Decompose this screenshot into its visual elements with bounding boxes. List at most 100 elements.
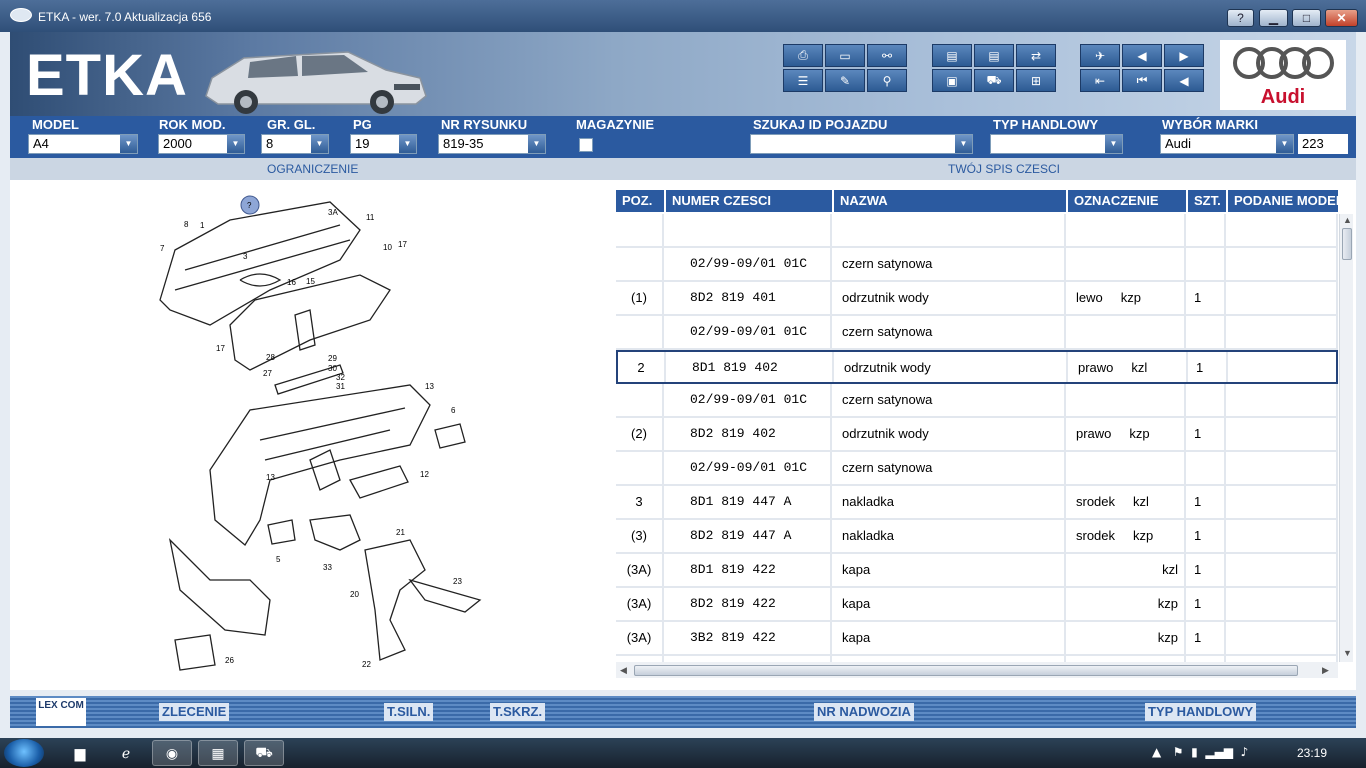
- callout[interactable]: 8: [184, 220, 189, 229]
- screen-button[interactable]: ▭: [825, 44, 865, 67]
- close-button[interactable]: ✕: [1325, 9, 1358, 27]
- firefox-taskbar-button[interactable]: ◉: [152, 740, 192, 766]
- maximize-button[interactable]: □: [1292, 9, 1321, 27]
- table-row[interactable]: 02/99-09/01 01Cczern satynowa: [616, 316, 1338, 350]
- first-button[interactable]: ⏮: [1122, 69, 1162, 92]
- chevron-down-icon[interactable]: ▼: [955, 135, 972, 153]
- scroll-down-icon[interactable]: ▼: [1343, 648, 1352, 658]
- callout[interactable]: 29: [328, 354, 337, 363]
- search-button[interactable]: ⚯: [867, 44, 907, 67]
- chevron-down-icon[interactable]: ▼: [1276, 135, 1293, 153]
- pin-button[interactable]: ✈: [1080, 44, 1120, 67]
- callout[interactable]: 27: [263, 369, 272, 378]
- callout[interactable]: 31: [336, 382, 345, 391]
- cart-transfer-button[interactable]: ⇄: [1016, 44, 1056, 67]
- szukaj-select[interactable]: ▼: [750, 134, 973, 154]
- pg-select[interactable]: 19 ▼: [350, 134, 417, 154]
- zlecenie-button[interactable]: ZLECENIE: [159, 703, 230, 721]
- scroll-up-icon[interactable]: ▲: [1343, 215, 1352, 225]
- app-taskbar-button[interactable]: ⛟: [244, 740, 284, 766]
- chevron-down-icon[interactable]: ▼: [227, 135, 244, 153]
- callout[interactable]: 33: [323, 563, 332, 572]
- chevron-down-icon[interactable]: ▼: [1105, 135, 1122, 153]
- print-button[interactable]: ⎙: [783, 44, 823, 67]
- etka-taskbar-button[interactable]: ▦: [198, 740, 238, 766]
- magazynie-checkbox[interactable]: [579, 138, 593, 152]
- start-button[interactable]: [4, 739, 44, 767]
- table-row[interactable]: (3) 8D2 819 447 Anakladka srodek kzp 1: [616, 520, 1338, 554]
- parts-list-header[interactable]: TWÓJ SPIS CZESCI: [948, 162, 1060, 176]
- ograniczenie-header[interactable]: OGRANICZENIE: [267, 162, 358, 176]
- col-podanie[interactable]: PODANIE MODELU: [1228, 190, 1338, 212]
- horizontal-scroll-thumb[interactable]: [634, 665, 1298, 676]
- callout[interactable]: 11: [366, 213, 375, 222]
- chevron-down-icon[interactable]: ▼: [399, 135, 416, 153]
- callout[interactable]: 32: [336, 373, 345, 382]
- volume-icon[interactable]: ♪: [1241, 745, 1249, 759]
- flag-icon[interactable]: ⚑: [1173, 745, 1184, 759]
- depot-button[interactable]: ▤: [974, 44, 1014, 67]
- chevron-down-icon[interactable]: ▼: [528, 135, 545, 153]
- callout[interactable]: 22: [362, 660, 371, 669]
- scroll-left-icon[interactable]: ◀: [620, 665, 627, 676]
- col-nazwa[interactable]: NAZWA: [834, 190, 1066, 212]
- callout[interactable]: 10: [383, 243, 392, 252]
- basket-button[interactable]: ⊞: [1016, 69, 1056, 92]
- chevron-down-icon[interactable]: ▼: [120, 135, 137, 153]
- horizontal-scrollbar[interactable]: ◀ ▶: [616, 662, 1338, 678]
- table-row[interactable]: 02/99-09/01 01Cczern satynowa: [616, 384, 1338, 418]
- callout[interactable]: 12: [420, 470, 429, 479]
- callout[interactable]: 6: [451, 406, 456, 415]
- callout[interactable]: 30: [328, 364, 337, 373]
- callout[interactable]: 1: [200, 221, 205, 230]
- callout[interactable]: 3: [243, 252, 248, 261]
- vehicle-button[interactable]: ⛟: [974, 69, 1014, 92]
- callout[interactable]: 13: [425, 382, 434, 391]
- table-row[interactable]: (3A) 8D1 819 422 kapa kzl 1: [616, 554, 1338, 588]
- callout[interactable]: 16: [287, 278, 296, 287]
- exit-button[interactable]: ⇤: [1080, 69, 1120, 92]
- tray-expand-icon[interactable]: ▲: [1152, 745, 1161, 759]
- callout[interactable]: 21: [396, 528, 405, 537]
- clock[interactable]: 23:19: [1297, 746, 1327, 760]
- typ-select[interactable]: ▼: [990, 134, 1123, 154]
- table-row[interactable]: (3A) 3B2 819 422 kapa kzp 1: [616, 622, 1338, 656]
- table-row[interactable]: [616, 214, 1338, 248]
- callout[interactable]: 20: [350, 590, 359, 599]
- table-row[interactable]: (2) 8D2 819 402 odrzutnik wody prawo kzp 1: [616, 418, 1338, 452]
- gr-select[interactable]: 8 ▼: [261, 134, 329, 154]
- col-szt[interactable]: SZT.: [1188, 190, 1226, 212]
- callout[interactable]: 26: [225, 656, 234, 665]
- help-button[interactable]: ?: [1227, 9, 1254, 27]
- callout[interactable]: 23: [453, 577, 462, 586]
- table-row[interactable]: 02/99-09/01 01Cczern satynowa: [616, 452, 1338, 486]
- callout[interactable]: 15: [306, 277, 315, 286]
- table-row[interactable]: (1) 8D2 819 401 odrzutnik wody lewo kzp 1: [616, 282, 1338, 316]
- table-row[interactable]: 3 8D1 819 447 Anakladka srodek kzl 1: [616, 486, 1338, 520]
- callout[interactable]: 17: [216, 344, 225, 353]
- scroll-right-icon[interactable]: ▶: [1322, 665, 1329, 676]
- minimize-button[interactable]: ▁: [1259, 9, 1288, 27]
- model-select[interactable]: A4 ▼: [28, 134, 138, 154]
- edit-button[interactable]: ✎: [825, 69, 865, 92]
- vertical-scrollbar[interactable]: ▲ ▼: [1339, 214, 1353, 662]
- callout[interactable]: 3A: [328, 208, 338, 217]
- t-siln-button[interactable]: T.SILN.: [384, 703, 434, 721]
- marka-select[interactable]: Audi ▼: [1160, 134, 1294, 154]
- network-button[interactable]: ⚲: [867, 69, 907, 92]
- explorer-taskbar-button[interactable]: ▆: [60, 740, 100, 766]
- rok-select[interactable]: 2000 ▼: [158, 134, 245, 154]
- callout[interactable]: 5: [276, 555, 281, 564]
- nr-select[interactable]: 819-35 ▼: [438, 134, 546, 154]
- prev-page-button[interactable]: ◀: [1122, 44, 1162, 67]
- callout[interactable]: 7: [160, 244, 165, 253]
- callout[interactable]: 13: [266, 473, 275, 482]
- list-button[interactable]: ☰: [783, 69, 823, 92]
- table-row[interactable]: 02/99-09/01 01Cczern satynowa: [616, 248, 1338, 282]
- table-row[interactable]: (3A) 8D2 819 422 kapa kzp 1: [616, 588, 1338, 622]
- chevron-down-icon[interactable]: ▼: [311, 135, 328, 153]
- parts-diagram[interactable]: ? 8 1 7 3A 11 10 17 3 16 15 17 28 29 30 …: [10, 180, 610, 690]
- ie-taskbar-button[interactable]: ℯ: [106, 740, 146, 766]
- col-numer[interactable]: NUMER CZESCI: [666, 190, 832, 212]
- terminal-button[interactable]: ▣: [932, 69, 972, 92]
